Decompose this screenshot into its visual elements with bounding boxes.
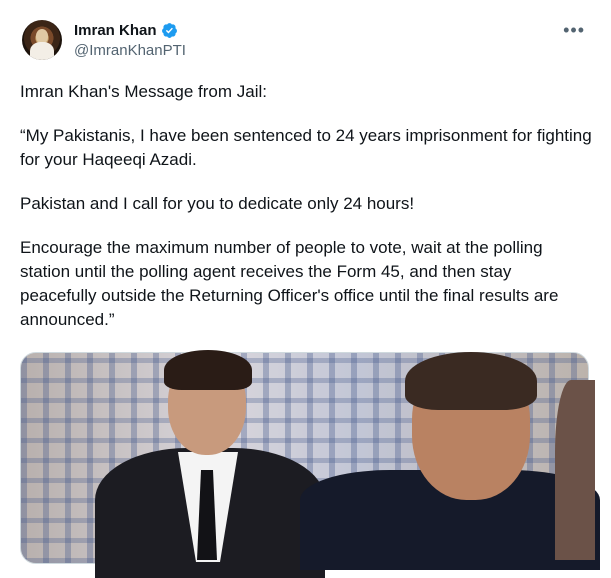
avatar-face bbox=[36, 29, 48, 43]
avatar-body bbox=[30, 42, 54, 60]
tweet-header: Imran Khan @ImranKhanPTI ••• bbox=[18, 17, 593, 65]
tweet-text: Imran Khan's Message from Jail: “My Paki… bbox=[20, 80, 592, 352]
more-horizontal-icon[interactable]: ••• bbox=[563, 21, 585, 39]
tweet-paragraph: Imran Khan's Message from Jail: bbox=[20, 82, 268, 101]
name-row: Imran Khan bbox=[74, 22, 178, 39]
photo-person-edge bbox=[555, 380, 595, 560]
user-handle[interactable]: @ImranKhanPTI bbox=[74, 42, 186, 59]
tweet-paragraph: Encourage the maximum number of people t… bbox=[20, 238, 559, 329]
tweet-paragraph: Pakistan and I call for you to dedicate … bbox=[20, 194, 415, 213]
tweet-paragraph: “My Pakistanis, I have been sentenced to… bbox=[20, 126, 592, 169]
display-name[interactable]: Imran Khan bbox=[74, 22, 157, 39]
avatar[interactable] bbox=[22, 20, 62, 60]
photo-person-right-hair bbox=[405, 352, 537, 410]
photo-person-left-hair bbox=[164, 350, 252, 390]
verified-badge-icon bbox=[161, 23, 177, 38]
